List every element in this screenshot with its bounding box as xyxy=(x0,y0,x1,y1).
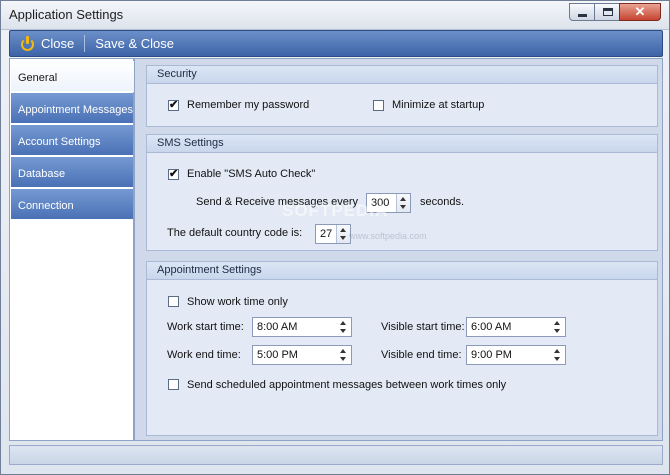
close-icon: ✕ xyxy=(634,4,646,19)
nav-item-connection[interactable]: Connection xyxy=(11,189,133,220)
close-button[interactable]: Close xyxy=(10,31,84,56)
nav-item-account-settings[interactable]: Account Settings xyxy=(11,125,133,156)
work-start-time-input[interactable]: 8:00 AM xyxy=(252,317,352,337)
appointment-settings-group: Appointment Settings Show work time only… xyxy=(146,261,658,436)
work-start-value: 8:00 AM xyxy=(257,321,298,333)
minimize-icon xyxy=(578,14,587,17)
spinner-arrows[interactable] xyxy=(396,194,410,212)
spinner-arrows[interactable] xyxy=(551,346,565,364)
down-arrow-icon[interactable] xyxy=(340,357,346,361)
minimize-button[interactable] xyxy=(569,3,595,21)
security-group-title: Security xyxy=(147,66,657,84)
interval-suffix-label: seconds. xyxy=(420,196,465,208)
minimize-startup-checkbox[interactable] xyxy=(373,100,384,111)
softpedia-watermark: SOFTPEDIA xyxy=(282,201,389,220)
show-work-time-checkbox[interactable] xyxy=(168,296,179,307)
visible-start-label: Visible start time: xyxy=(381,321,465,333)
visible-end-label: Visible end time: xyxy=(381,349,462,361)
toolbar: Close Save & Close xyxy=(9,30,663,57)
maximize-button[interactable] xyxy=(594,3,620,21)
title-bar[interactable]: Application Settings ✕ xyxy=(1,1,669,30)
close-window-button[interactable]: ✕ xyxy=(619,3,661,21)
work-start-label: Work start time: xyxy=(167,321,244,333)
sms-auto-check-label[interactable]: Enable "SMS Auto Check" xyxy=(187,168,315,180)
country-code-value: 27 xyxy=(320,228,333,240)
down-arrow-icon[interactable] xyxy=(340,329,346,333)
nav-item-database[interactable]: Database xyxy=(11,157,133,188)
up-arrow-icon[interactable] xyxy=(340,228,346,232)
show-work-time-label[interactable]: Show work time only xyxy=(187,296,288,308)
nav-item-appointment-messages[interactable]: Appointment Messages xyxy=(11,93,133,124)
spinner-arrows[interactable] xyxy=(551,318,565,336)
visible-end-value: 9:00 PM xyxy=(471,349,512,361)
up-arrow-icon[interactable] xyxy=(554,321,560,325)
down-arrow-icon[interactable] xyxy=(400,205,406,209)
spinner-arrows[interactable] xyxy=(336,225,350,243)
status-bar xyxy=(9,445,663,465)
spinner-arrows[interactable] xyxy=(337,318,351,336)
send-scheduled-checkbox[interactable] xyxy=(168,379,179,390)
check-icon: ✔ xyxy=(169,99,179,111)
send-scheduled-label[interactable]: Send scheduled appointment messages betw… xyxy=(187,379,506,391)
appointment-group-title: Appointment Settings xyxy=(147,262,657,280)
visible-start-value: 6:00 AM xyxy=(471,321,512,333)
window-controls: ✕ xyxy=(569,3,661,21)
close-button-label: Close xyxy=(41,36,75,51)
spinner-arrows[interactable] xyxy=(337,346,351,364)
settings-nav: General Appointment Messages Account Set… xyxy=(9,58,135,441)
security-group: Security ✔ Remember my password Minimize… xyxy=(146,65,658,127)
save-close-button[interactable]: Save & Close xyxy=(85,31,184,56)
up-arrow-icon[interactable] xyxy=(554,349,560,353)
check-icon: ✔ xyxy=(169,168,179,180)
work-end-label: Work end time: xyxy=(167,349,241,361)
power-icon xyxy=(20,36,35,51)
minimize-startup-label[interactable]: Minimize at startup xyxy=(392,99,484,111)
country-code-spinner[interactable]: 27 xyxy=(315,224,351,244)
down-arrow-icon[interactable] xyxy=(554,329,560,333)
up-arrow-icon[interactable] xyxy=(340,349,346,353)
visible-start-time-input[interactable]: 6:00 AM xyxy=(466,317,566,337)
application-settings-window: Application Settings ✕ Close Save & Clos… xyxy=(0,0,670,475)
up-arrow-icon[interactable] xyxy=(340,321,346,325)
work-end-time-input[interactable]: 5:00 PM xyxy=(252,345,352,365)
work-end-value: 5:00 PM xyxy=(257,349,298,361)
settings-content: Security ✔ Remember my password Minimize… xyxy=(134,58,663,441)
nav-item-general[interactable]: General xyxy=(11,61,135,92)
country-code-label: The default country code is: xyxy=(167,227,303,239)
visible-end-time-input[interactable]: 9:00 PM xyxy=(466,345,566,365)
remember-password-checkbox[interactable]: ✔ xyxy=(168,99,179,111)
down-arrow-icon[interactable] xyxy=(340,236,346,240)
save-close-button-label: Save & Close xyxy=(95,36,175,51)
sms-auto-check-checkbox[interactable]: ✔ xyxy=(168,168,179,180)
remember-password-label[interactable]: Remember my password xyxy=(187,99,309,111)
maximize-icon xyxy=(603,8,613,16)
softpedia-watermark-url: www.softpedia.com xyxy=(349,231,427,241)
window-title: Application Settings xyxy=(9,7,124,22)
sms-group-title: SMS Settings xyxy=(147,135,657,153)
down-arrow-icon[interactable] xyxy=(554,357,560,361)
up-arrow-icon[interactable] xyxy=(400,197,406,201)
